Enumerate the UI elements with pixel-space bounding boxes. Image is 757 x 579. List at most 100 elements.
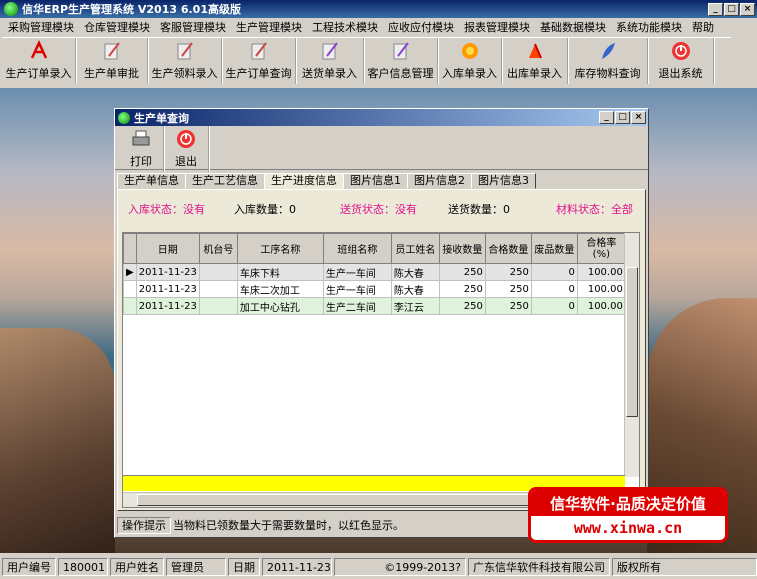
tab-process-info[interactable]: 生产工艺信息 [185,173,265,189]
window-icon [118,111,130,124]
cell-pass-rate: 100.00 [576,263,626,281]
status-row: 入库状态：没有 入库数量：0 送货状态：没有 送货数量：0 材料状态：全部 [118,190,645,228]
row-indicator [123,280,137,298]
cell-team: 生产二车间 [322,297,392,315]
menu-help[interactable]: 帮助 [688,19,720,35]
col-pass-rate[interactable]: 合格率 (%) [576,233,626,264]
cell-process: 车床二次加工 [236,280,324,298]
menu-production[interactable]: 生产管理模块 [232,19,308,35]
row-indicator: ▶ [123,263,137,281]
cell-pass-rate: 100.00 [576,297,626,315]
date-value: 2011-11-23 [262,558,332,576]
cell-scrap: 0 [530,280,578,298]
col-received[interactable]: 接收数量 [438,233,486,264]
child-close-button[interactable]: × [631,111,646,124]
feather-icon [596,40,620,62]
tab-progress-info[interactable]: 生产进度信息 [264,173,344,189]
toolbar-stock-in-button[interactable]: 入库单录入 [438,38,502,84]
ad-url: www.xinwa.cn [573,519,683,537]
menu-customer[interactable]: 客服管理模块 [156,19,232,35]
child-minimize-button[interactable]: _ [599,111,614,124]
cell-machine [198,263,238,281]
menu-finance[interactable]: 应收应付模块 [384,19,460,35]
user-name-label: 用户姓名 [110,558,164,576]
cell-pass-rate: 100.00 [576,280,626,298]
col-qualified[interactable]: 合格数量 [484,233,532,264]
flower-icon [458,40,482,62]
toolbar-order-entry-button[interactable]: 生产订单录入 [2,38,76,84]
tab-order-info[interactable]: 生产单信息 [117,173,186,189]
table-header-row: 日期 机台号 工序名称 班组名称 员工姓名 接收数量 合格数量 废品数量 合格率… [123,233,634,264]
power-icon [174,128,198,150]
app-icon [4,2,18,16]
tab-image-1[interactable]: 图片信息1 [343,173,408,189]
row-indicator-header [123,233,137,264]
toolbar-stock-out-button[interactable]: 出库单录入 [502,38,568,84]
table-row[interactable]: 2011-11-23 车床二次加工 生产一车间 陈大春 250 250 0 10… [123,280,634,298]
menu-basedata[interactable]: 基础数据模块 [536,19,612,35]
cell-employee: 陈大春 [390,280,440,298]
print-label: 打印 [130,155,152,168]
toolbar-delivery-entry-button[interactable]: 送货单录入 [296,38,364,84]
toolbar-order-query-button[interactable]: 生产订单查询 [222,38,296,84]
scroll-thumb[interactable] [626,267,638,417]
toolbar-exit-button[interactable]: 退出系统 [648,38,714,84]
menu-bar: 采购管理模块 仓库管理模块 客服管理模块 生产管理模块 工程技术模块 应收应付模… [0,18,757,36]
menu-warehouse[interactable]: 仓库管理模块 [80,19,156,35]
menu-system[interactable]: 系统功能模块 [612,19,688,35]
pdf-icon [27,40,51,62]
col-process[interactable]: 工序名称 [236,233,324,264]
pen-paper-icon [173,40,197,62]
toolbar-inventory-query-button[interactable]: 库存物料查询 [568,38,648,84]
toolbar-customer-info-button[interactable]: 客户信息管理 [364,38,438,84]
tab-strip: 生产单信息 生产工艺信息 生产进度信息 图片信息1 图片信息2 图片信息3 [117,173,536,189]
main-toolbar: 生产订单录入 生产单审批 生产领料录入 生产订单查询 送货单录入 客户信息管理 … [2,37,731,85]
col-date[interactable]: 日期 [135,233,200,264]
material-state: 材料状态：全部 [556,203,633,216]
col-scrap[interactable]: 废品数量 [530,233,578,264]
date-label: 日期 [228,558,260,576]
print-button[interactable]: 打印 [119,126,164,172]
menu-reports[interactable]: 报表管理模块 [460,19,536,35]
col-employee[interactable]: 员工姓名 [390,233,440,264]
menu-purchase[interactable]: 采购管理模块 [4,19,80,35]
minimize-button[interactable]: _ [708,2,723,16]
child-maximize-button[interactable]: □ [615,111,630,124]
tab-image-3[interactable]: 图片信息3 [471,173,536,189]
toolbar-label: 退出系统 [658,67,703,80]
cell-qualified: 250 [484,297,532,315]
toolbar-label: 客户信息管理 [367,67,434,80]
cell-machine [198,280,238,298]
col-machine[interactable]: 机台号 [198,233,238,264]
cell-machine [198,297,238,315]
hint-text: 当物料已领数量大于需要数量时，以红色显示。 [173,519,404,532]
child-toolbar: 打印 退出 [115,126,648,172]
pen-paper-icon [523,40,547,62]
cell-received: 250 [438,280,486,298]
cell-process: 加工中心钻孔 [236,297,324,315]
maximize-button[interactable]: □ [724,2,739,16]
toolbar-label: 库存物料查询 [574,67,641,80]
user-no-label: 用户编号 [2,558,56,576]
close-button[interactable]: × [740,2,755,16]
user-name: 管理员 [166,558,226,576]
progress-grid: 日期 机台号 工序名称 班组名称 员工姓名 接收数量 合格数量 废品数量 合格率… [122,232,640,508]
vertical-scrollbar[interactable] [624,233,639,477]
menu-engineering[interactable]: 工程技术模块 [308,19,384,35]
progress-panel: 入库状态：没有 入库数量：0 送货状态：没有 送货数量：0 材料状态：全部 日期… [117,189,646,511]
toolbar-label: 送货单录入 [302,67,357,80]
ad-banner[interactable]: 信华软件·品质决定价值 www.xinwa.cn [528,487,728,543]
tab-image-2[interactable]: 图片信息2 [407,173,472,189]
child-exit-button[interactable]: 退出 [164,126,209,172]
power-icon [669,40,693,62]
row-indicator [123,297,137,315]
table-row[interactable]: ▶ 2011-11-23 车床下料 生产一车间 陈大春 250 250 0 10… [123,263,634,281]
table-row[interactable]: 2011-11-23 加工中心钻孔 生产二车间 李江云 250 250 0 10… [123,297,634,315]
toolbar-label: 出库单录入 [507,67,562,80]
toolbar-order-approve-button[interactable]: 生产单审批 [76,38,148,84]
cell-team: 生产一车间 [322,280,392,298]
toolbar-label: 入库单录入 [442,67,497,80]
col-team[interactable]: 班组名称 [322,233,392,264]
toolbar-material-entry-button[interactable]: 生产领料录入 [148,38,222,84]
pen-paper-icon [247,40,271,62]
